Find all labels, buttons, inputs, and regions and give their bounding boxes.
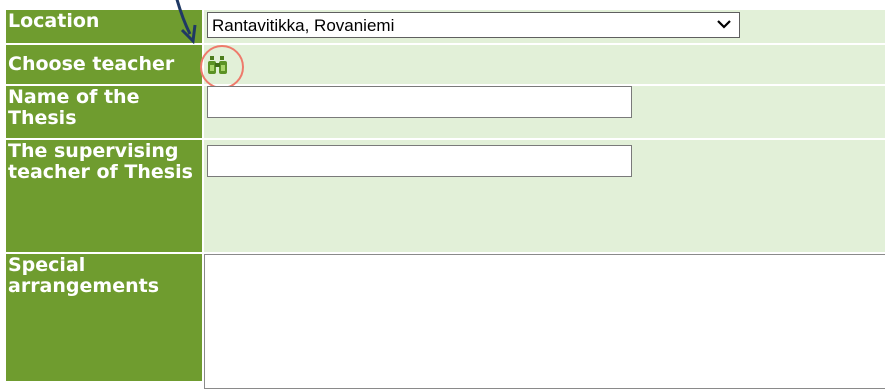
- location-select[interactable]: Rantavitikka, Rovaniemi: [207, 12, 740, 38]
- special-arrangements-label: Special arrangements: [6, 254, 202, 381]
- choose-teacher-label: Choose teacher: [6, 45, 202, 84]
- chevron-down-icon: [717, 20, 731, 29]
- highlight-circle: [200, 45, 244, 89]
- thesis-name-label: Name of the Thesis: [6, 86, 202, 138]
- arrow-annotation: [175, 0, 197, 45]
- supervising-teacher-input[interactable]: [207, 145, 632, 177]
- supervising-teacher-label: The supervising teacher of Thesis: [6, 140, 202, 252]
- location-selected-value: Rantavitikka, Rovaniemi: [212, 16, 395, 35]
- special-arrangements-textarea[interactable]: [204, 254, 885, 389]
- thesis-name-input[interactable]: [207, 86, 632, 118]
- choose-teacher-cell: [204, 45, 885, 84]
